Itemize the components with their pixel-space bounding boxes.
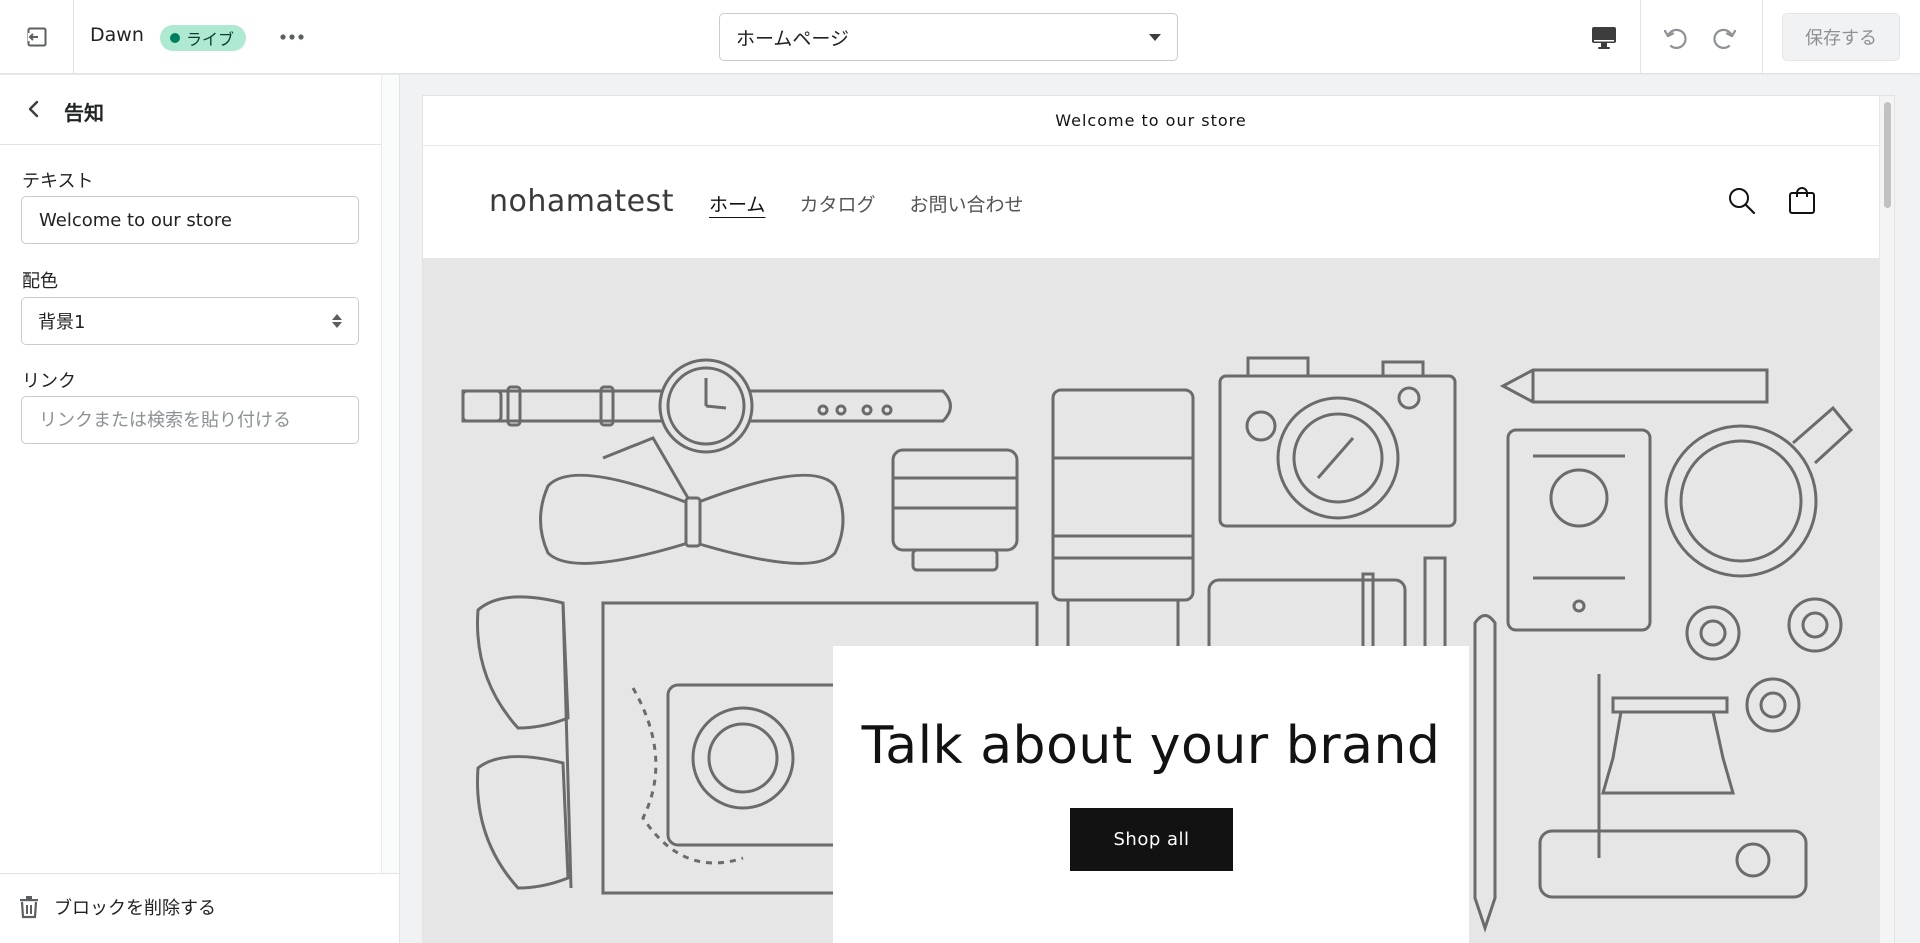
- preview-scroll-thumb[interactable]: [1884, 102, 1891, 208]
- page-selector-label: ホームページ: [736, 27, 850, 50]
- pencil-illustration: [1499, 368, 1769, 404]
- topbar-divider: [1640, 0, 1641, 74]
- nav-item-contact[interactable]: お問い合わせ: [909, 190, 1023, 217]
- hero-heading: Talk about your brand: [861, 716, 1441, 776]
- back-button[interactable]: [16, 91, 52, 127]
- link-input[interactable]: [21, 396, 359, 444]
- store-search-button[interactable]: [1725, 184, 1759, 218]
- redo-icon: [1713, 28, 1737, 49]
- color-scheme-select[interactable]: 背景1: [21, 297, 359, 345]
- select-arrows-icon: [332, 314, 342, 328]
- store-cart-button[interactable]: [1785, 184, 1819, 218]
- trash-icon: [20, 896, 38, 919]
- page-selector[interactable]: ホームページ: [719, 13, 1178, 61]
- store-header: nohamatest ホーム カタログ お問い合わせ: [423, 146, 1879, 258]
- hero-content-box: Talk about your brand Shop all: [833, 646, 1469, 943]
- chevron-left-icon: [28, 100, 39, 118]
- bowtie-illustration: [539, 436, 845, 565]
- shop-all-button[interactable]: Shop all: [1070, 808, 1233, 871]
- exit-icon: [27, 27, 46, 47]
- lens-illustration: [891, 448, 1019, 572]
- pen-illustration: [1473, 614, 1497, 933]
- caret-down-icon: [1149, 33, 1161, 41]
- link-field-label: リンク: [22, 371, 76, 392]
- color-scheme-label: 配色: [22, 271, 58, 292]
- store-logo[interactable]: nohamatest: [489, 184, 674, 219]
- desktop-icon: [1592, 27, 1616, 49]
- mug-illustration: [1664, 405, 1854, 578]
- ellipsis-icon: [280, 34, 304, 40]
- undo-button[interactable]: [1654, 18, 1698, 58]
- preview-scrollbar[interactable]: [1879, 96, 1894, 943]
- glasses-illustration: [476, 595, 573, 890]
- redo-button[interactable]: [1702, 18, 1746, 58]
- live-badge-label: ライブ: [186, 30, 235, 49]
- camera-illustration: [1218, 356, 1457, 528]
- save-button[interactable]: 保存する: [1782, 13, 1900, 61]
- store-nav: ホーム カタログ お問い合わせ: [709, 190, 1023, 217]
- zoom-lens-illustration: [1051, 388, 1195, 662]
- editor-topbar: Dawn ライブ ホームページ 保存する: [0, 0, 1920, 74]
- sidebar-footer: ブロックを削除する: [0, 873, 399, 943]
- undo-icon: [1663, 28, 1687, 49]
- delete-block-label: ブロックを削除する: [54, 898, 216, 919]
- compact-camera-illustration: [1538, 674, 1808, 899]
- preview-area: Welcome to our store nohamatest ホーム カタログ…: [400, 75, 1920, 943]
- settings-sidebar: 告知 テキスト 配色 背景1 リンク ブロックを削除する: [0, 75, 400, 943]
- announcement-bar[interactable]: Welcome to our store: [423, 96, 1879, 146]
- topbar-divider: [1762, 0, 1763, 74]
- hero-banner: Talk about your brand Shop all: [423, 258, 1879, 943]
- color-scheme-value: 背景1: [38, 312, 86, 333]
- desktop-preview-button[interactable]: [1580, 18, 1628, 58]
- announcement-text-input[interactable]: [21, 196, 359, 244]
- section-title: 告知: [64, 101, 104, 125]
- nav-item-home[interactable]: ホーム: [709, 190, 765, 217]
- store-preview-frame: Welcome to our store nohamatest ホーム カタログ…: [423, 96, 1894, 943]
- text-field-label: テキスト: [22, 171, 94, 192]
- theme-name: Dawn: [90, 24, 144, 46]
- exit-editor-button[interactable]: [0, 0, 74, 74]
- passport-illustration: [1506, 428, 1652, 632]
- search-icon: [1729, 188, 1756, 215]
- more-actions-button[interactable]: [272, 18, 312, 56]
- shopping-bag-icon: [1789, 187, 1815, 214]
- watch-illustration: [461, 358, 952, 454]
- live-dot-icon: [170, 33, 180, 43]
- nav-item-catalog[interactable]: カタログ: [799, 190, 875, 217]
- sidebar-header: 告知: [0, 75, 381, 145]
- live-status-badge: ライブ: [160, 25, 247, 51]
- delete-block-button[interactable]: ブロックを削除する: [18, 894, 216, 920]
- sidebar-scrollbar[interactable]: [381, 75, 399, 873]
